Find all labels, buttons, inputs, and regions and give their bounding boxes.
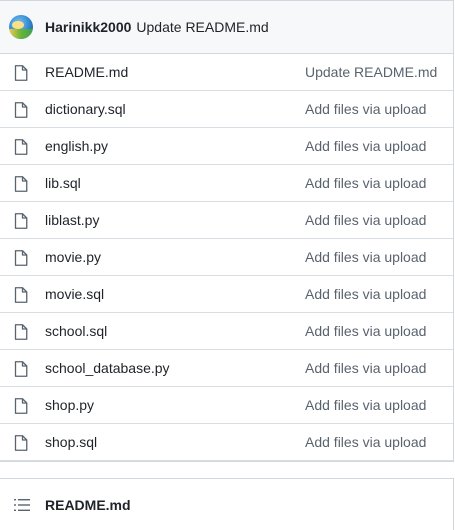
file-row[interactable]: school.sql Add files via upload: [0, 313, 453, 350]
file-commit-message-link[interactable]: Add files via upload: [305, 212, 426, 228]
user-avatar[interactable]: [9, 15, 33, 39]
latest-commit-header: Harinikk2000 Update README.md: [0, 0, 453, 54]
file-commit-message-link[interactable]: Add files via upload: [305, 286, 426, 302]
file-list: README.md Update README.md dictionary.sql A…: [0, 54, 453, 461]
file-row[interactable]: liblast.py Add files via upload: [0, 202, 453, 239]
file-name-link[interactable]: school.sql: [45, 323, 107, 339]
file-icon: [14, 324, 28, 340]
file-icon: [14, 361, 28, 377]
file-name-link[interactable]: movie.sql: [45, 286, 104, 302]
file-row[interactable]: shop.sql Add files via upload: [0, 424, 453, 461]
file-row[interactable]: movie.sql Add files via upload: [0, 276, 453, 313]
file-commit-message-link[interactable]: Update README.md: [305, 64, 437, 80]
file-commit-message-link[interactable]: Add files via upload: [305, 249, 426, 265]
commit-message-link[interactable]: Update README.md: [136, 19, 268, 35]
file-commit-message-link[interactable]: Add files via upload: [305, 397, 426, 413]
file-name-link[interactable]: movie.py: [45, 249, 101, 265]
file-name-link[interactable]: shop.sql: [45, 434, 97, 450]
file-icon: [14, 176, 28, 192]
file-icon: [14, 213, 28, 229]
file-row[interactable]: shop.py Add files via upload: [0, 387, 453, 424]
file-commit-message-link[interactable]: Add files via upload: [305, 101, 426, 117]
file-commit-message-link[interactable]: Add files via upload: [305, 175, 426, 191]
list-unordered-icon[interactable]: [14, 498, 30, 512]
file-row[interactable]: english.py Add files via upload: [0, 128, 453, 165]
file-commit-message-link[interactable]: Add files via upload: [305, 360, 426, 376]
file-row[interactable]: lib.sql Add files via upload: [0, 165, 453, 202]
file-browser: Harinikk2000 Update README.md README.md U…: [0, 0, 454, 462]
file-icon: [14, 65, 28, 81]
file-row[interactable]: README.md Update README.md: [0, 54, 453, 91]
file-name-link[interactable]: english.py: [45, 138, 108, 154]
file-name-link[interactable]: dictionary.sql: [45, 101, 126, 117]
file-icon: [14, 435, 28, 451]
commit-author-link[interactable]: Harinikk2000: [45, 19, 131, 35]
file-commit-message-link[interactable]: Add files via upload: [305, 138, 426, 154]
file-name-link[interactable]: shop.py: [45, 397, 94, 413]
readme-title[interactable]: README.md: [45, 497, 131, 513]
file-icon: [14, 102, 28, 118]
file-icon: [14, 287, 28, 303]
file-icon: [14, 398, 28, 414]
file-row[interactable]: dictionary.sql Add files via upload: [0, 91, 453, 128]
file-name-link[interactable]: school_database.py: [45, 360, 170, 376]
file-row[interactable]: movie.py Add files via upload: [0, 239, 453, 276]
file-name-link[interactable]: liblast.py: [45, 212, 99, 228]
file-icon: [14, 250, 28, 266]
file-icon: [14, 139, 28, 155]
file-name-link[interactable]: lib.sql: [45, 175, 81, 191]
file-commit-message-link[interactable]: Add files via upload: [305, 434, 426, 450]
file-row[interactable]: school_database.py Add files via upload: [0, 350, 453, 387]
readme-header: README.md: [0, 478, 454, 530]
file-commit-message-link[interactable]: Add files via upload: [305, 323, 426, 339]
file-name-link[interactable]: README.md: [45, 64, 128, 80]
